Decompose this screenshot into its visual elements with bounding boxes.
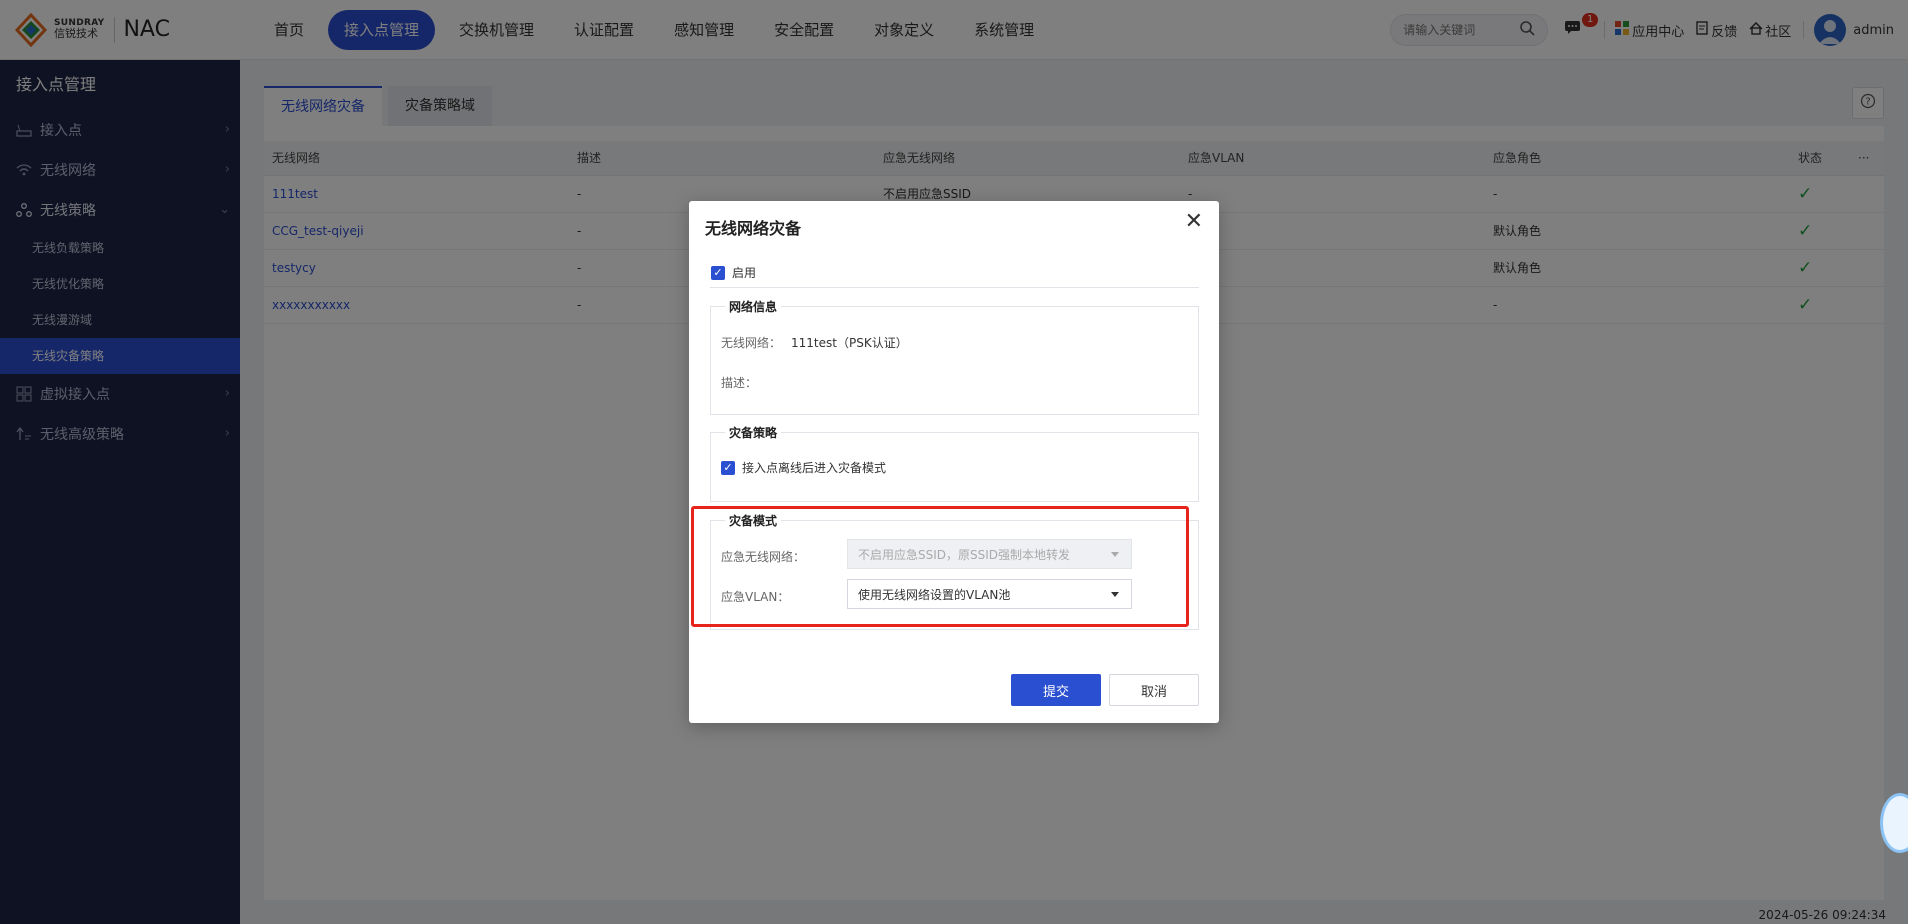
dialog-divider	[710, 287, 1199, 288]
close-icon[interactable]: ✕	[1185, 211, 1203, 233]
dialog-title: 无线网络灾备	[705, 219, 802, 238]
disaster-recovery-dialog: 无线网络灾备 ✕ ✓ 启用 网络信息 无线网络： 111test（PSK认证） …	[689, 201, 1219, 723]
cancel-button[interactable]: 取消	[1109, 674, 1199, 706]
network-value: 111test（PSK认证）	[791, 336, 908, 350]
strategy-section: 灾备策略 ✓ 接入点离线后进入灾备模式	[710, 424, 1199, 502]
network-info-section: 网络信息 无线网络： 111test（PSK认证） 描述：	[710, 298, 1199, 415]
submit-button[interactable]: 提交	[1011, 674, 1101, 706]
network-info-legend: 网络信息	[725, 298, 782, 315]
highlight-box	[691, 506, 1189, 627]
enable-checkbox-row[interactable]: ✓ 启用	[711, 264, 756, 281]
offline-mode-label: 接入点离线后进入灾备模式	[742, 461, 887, 475]
offline-mode-checkbox[interactable]: ✓	[721, 460, 735, 475]
enable-checkbox[interactable]: ✓	[711, 265, 725, 280]
strategy-legend: 灾备策略	[725, 424, 782, 441]
desc-label: 描述：	[721, 376, 758, 390]
enable-label: 启用	[732, 266, 757, 280]
network-label: 无线网络：	[721, 336, 782, 350]
offline-mode-checkbox-row[interactable]: ✓ 接入点离线后进入灾备模式	[721, 459, 886, 476]
